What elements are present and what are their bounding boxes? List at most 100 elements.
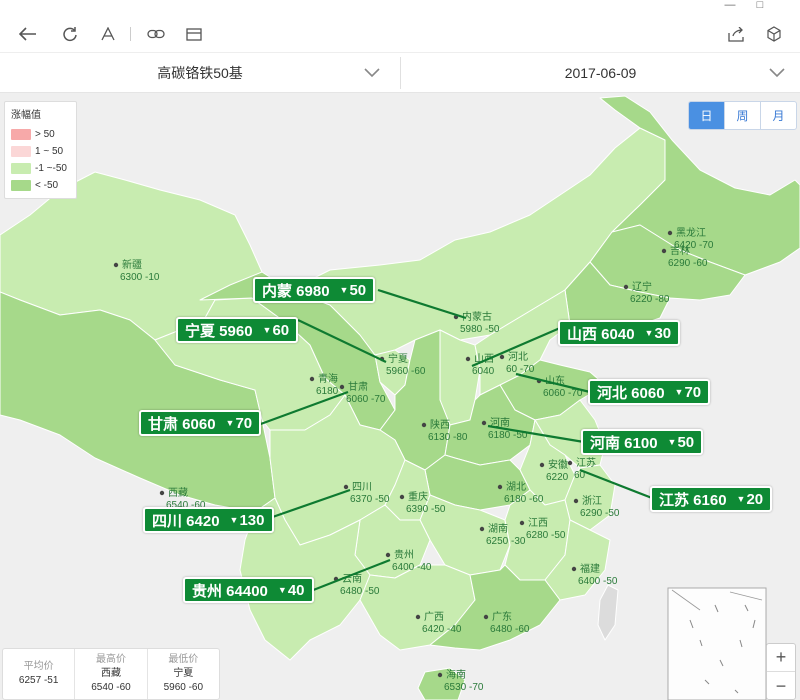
south-sea-inset <box>667 587 767 700</box>
price-callout[interactable]: 贵州 64400 ▼ 40 <box>183 577 314 603</box>
price-callout[interactable]: 山西 6040 ▼ 30 <box>558 320 681 346</box>
date-select[interactable]: 2017-06-09 <box>401 53 800 93</box>
province-value: 6060 -70 <box>346 394 386 405</box>
province-name: 海南 <box>446 668 466 681</box>
province-name: 河北 <box>508 351 528 363</box>
font-icon[interactable] <box>96 22 120 46</box>
stat-value: 6540 -60 <box>91 682 131 693</box>
callout-change: 20 <box>746 490 764 508</box>
province-name: 甘肃 <box>348 380 368 393</box>
price-callout[interactable]: 江苏 6160 ▼ 20 <box>650 486 773 512</box>
cube-icon[interactable] <box>762 22 786 46</box>
maximize-button[interactable]: □ <box>750 0 770 12</box>
toolbar-separator <box>130 27 131 41</box>
callout-change: 130 <box>239 511 265 529</box>
province-value: 6420 -40 <box>422 624 462 635</box>
province-marker <box>465 356 471 362</box>
price-callout[interactable]: 河南 6100 ▼ 50 <box>581 429 704 455</box>
callout-price: 河南 6100 <box>590 434 658 452</box>
callout-change: 70 <box>235 414 253 432</box>
tab-day[interactable]: 日 <box>689 102 725 129</box>
stat-region: 西藏 <box>100 668 121 679</box>
province-marker <box>667 230 673 236</box>
stat-region: 宁夏 <box>173 668 194 679</box>
province-name: 宁夏 <box>388 352 408 365</box>
callout-price: 内蒙 6980 <box>262 282 330 300</box>
price-callout[interactable]: 宁夏 5960 ▼ 60 <box>176 317 299 343</box>
province-marker <box>499 354 505 360</box>
price-callout[interactable]: 内蒙 6980 ▼ 50 <box>253 277 376 303</box>
map-legend: 涨幅值 > 50 1 ~ 50 -1 ~-50 < -50 <box>4 101 77 199</box>
province-marker <box>339 384 345 390</box>
province-name: 重庆 <box>408 490 428 503</box>
province-marker <box>567 460 573 466</box>
province-value: 6400 -40 <box>392 562 432 573</box>
chevron-down-icon <box>769 68 785 78</box>
province-name: 湖南 <box>488 522 508 535</box>
legend-swatch <box>11 163 31 174</box>
product-select[interactable]: 高碳铬铁50基 <box>0 53 400 93</box>
province-marker <box>483 614 489 620</box>
province-value: 6400 -50 <box>578 576 618 587</box>
legend-item[interactable]: < -50 <box>11 177 70 194</box>
stat-label: 平均价 <box>23 661 54 672</box>
province-marker <box>399 494 405 500</box>
stat-label: 最高价 <box>95 654 126 665</box>
tab-week[interactable]: 周 <box>725 102 761 129</box>
down-arrow-icon: ▼ <box>229 515 239 525</box>
zoom-out-button[interactable]: − <box>767 672 795 700</box>
province-value: 6480 -50 <box>340 586 380 597</box>
minimize-button[interactable]: — <box>720 0 740 12</box>
callout-price: 山西 6040 <box>567 325 635 343</box>
province-name: 四川 <box>352 482 372 493</box>
stat-value: 6257 -51 <box>18 675 59 686</box>
province-value: 6300 -10 <box>120 272 160 283</box>
province-value: 6370 -50 <box>350 494 390 505</box>
link-icon[interactable] <box>144 22 168 46</box>
province-value: 6530 -70 <box>444 682 484 693</box>
stat-average: 平均价 6257 -51 <box>3 649 76 699</box>
province-marker <box>539 462 545 468</box>
down-arrow-icon: ▼ <box>262 325 272 335</box>
legend-swatch <box>11 129 31 140</box>
browser-toolbar: — □ <box>0 0 800 52</box>
province-marker <box>573 498 579 504</box>
price-callout[interactable]: 甘肃 6060 ▼ 70 <box>139 410 262 436</box>
tab-month[interactable]: 月 <box>761 102 796 129</box>
legend-item[interactable]: -1 ~-50 <box>11 160 70 177</box>
callout-price: 甘肃 6060 <box>148 415 216 433</box>
province-value: 6390 -50 <box>406 504 446 515</box>
chevron-down-icon <box>364 68 380 78</box>
product-select-value: 高碳铬铁50基 <box>157 65 243 81</box>
back-icon[interactable] <box>16 22 40 46</box>
callout-price: 江苏 6160 <box>659 491 727 509</box>
province-value: 6250 -30 <box>486 536 526 547</box>
price-callout[interactable]: 河北 6060 ▼ 70 <box>588 379 711 405</box>
province-value: 6290 -60 <box>668 258 708 269</box>
callout-price: 宁夏 5960 <box>185 322 253 340</box>
price-callout[interactable]: 四川 6420 ▼ 130 <box>143 507 274 533</box>
legend-item[interactable]: > 50 <box>11 126 70 143</box>
refresh-icon[interactable] <box>58 22 82 46</box>
legend-item[interactable]: 1 ~ 50 <box>11 143 70 160</box>
province-name: 青海 <box>318 372 338 385</box>
province-value: 6180 <box>316 386 339 397</box>
province-name: 贵州 <box>394 548 414 561</box>
province-name: 黑龙江 <box>676 226 706 239</box>
legend-title: 涨幅值 <box>11 110 41 121</box>
stat-highest: 最高价 西藏 6540 -60 <box>75 649 148 699</box>
province-marker <box>421 422 427 428</box>
zoom-in-button[interactable]: + <box>767 644 795 672</box>
callout-change: 40 <box>287 581 305 599</box>
callout-price: 贵州 64400 <box>192 582 268 600</box>
province-marker <box>623 284 629 290</box>
province-name: 广东 <box>492 610 512 623</box>
callout-change: 30 <box>654 324 672 342</box>
down-arrow-icon: ▼ <box>667 437 677 447</box>
province-value: 5960 -60 <box>386 366 426 377</box>
province-value: 6180 -60 <box>504 494 544 505</box>
card-icon[interactable] <box>182 22 206 46</box>
province-name: 内蒙古 <box>462 310 492 323</box>
share-icon[interactable] <box>724 22 748 46</box>
down-arrow-icon: ▼ <box>225 418 235 428</box>
